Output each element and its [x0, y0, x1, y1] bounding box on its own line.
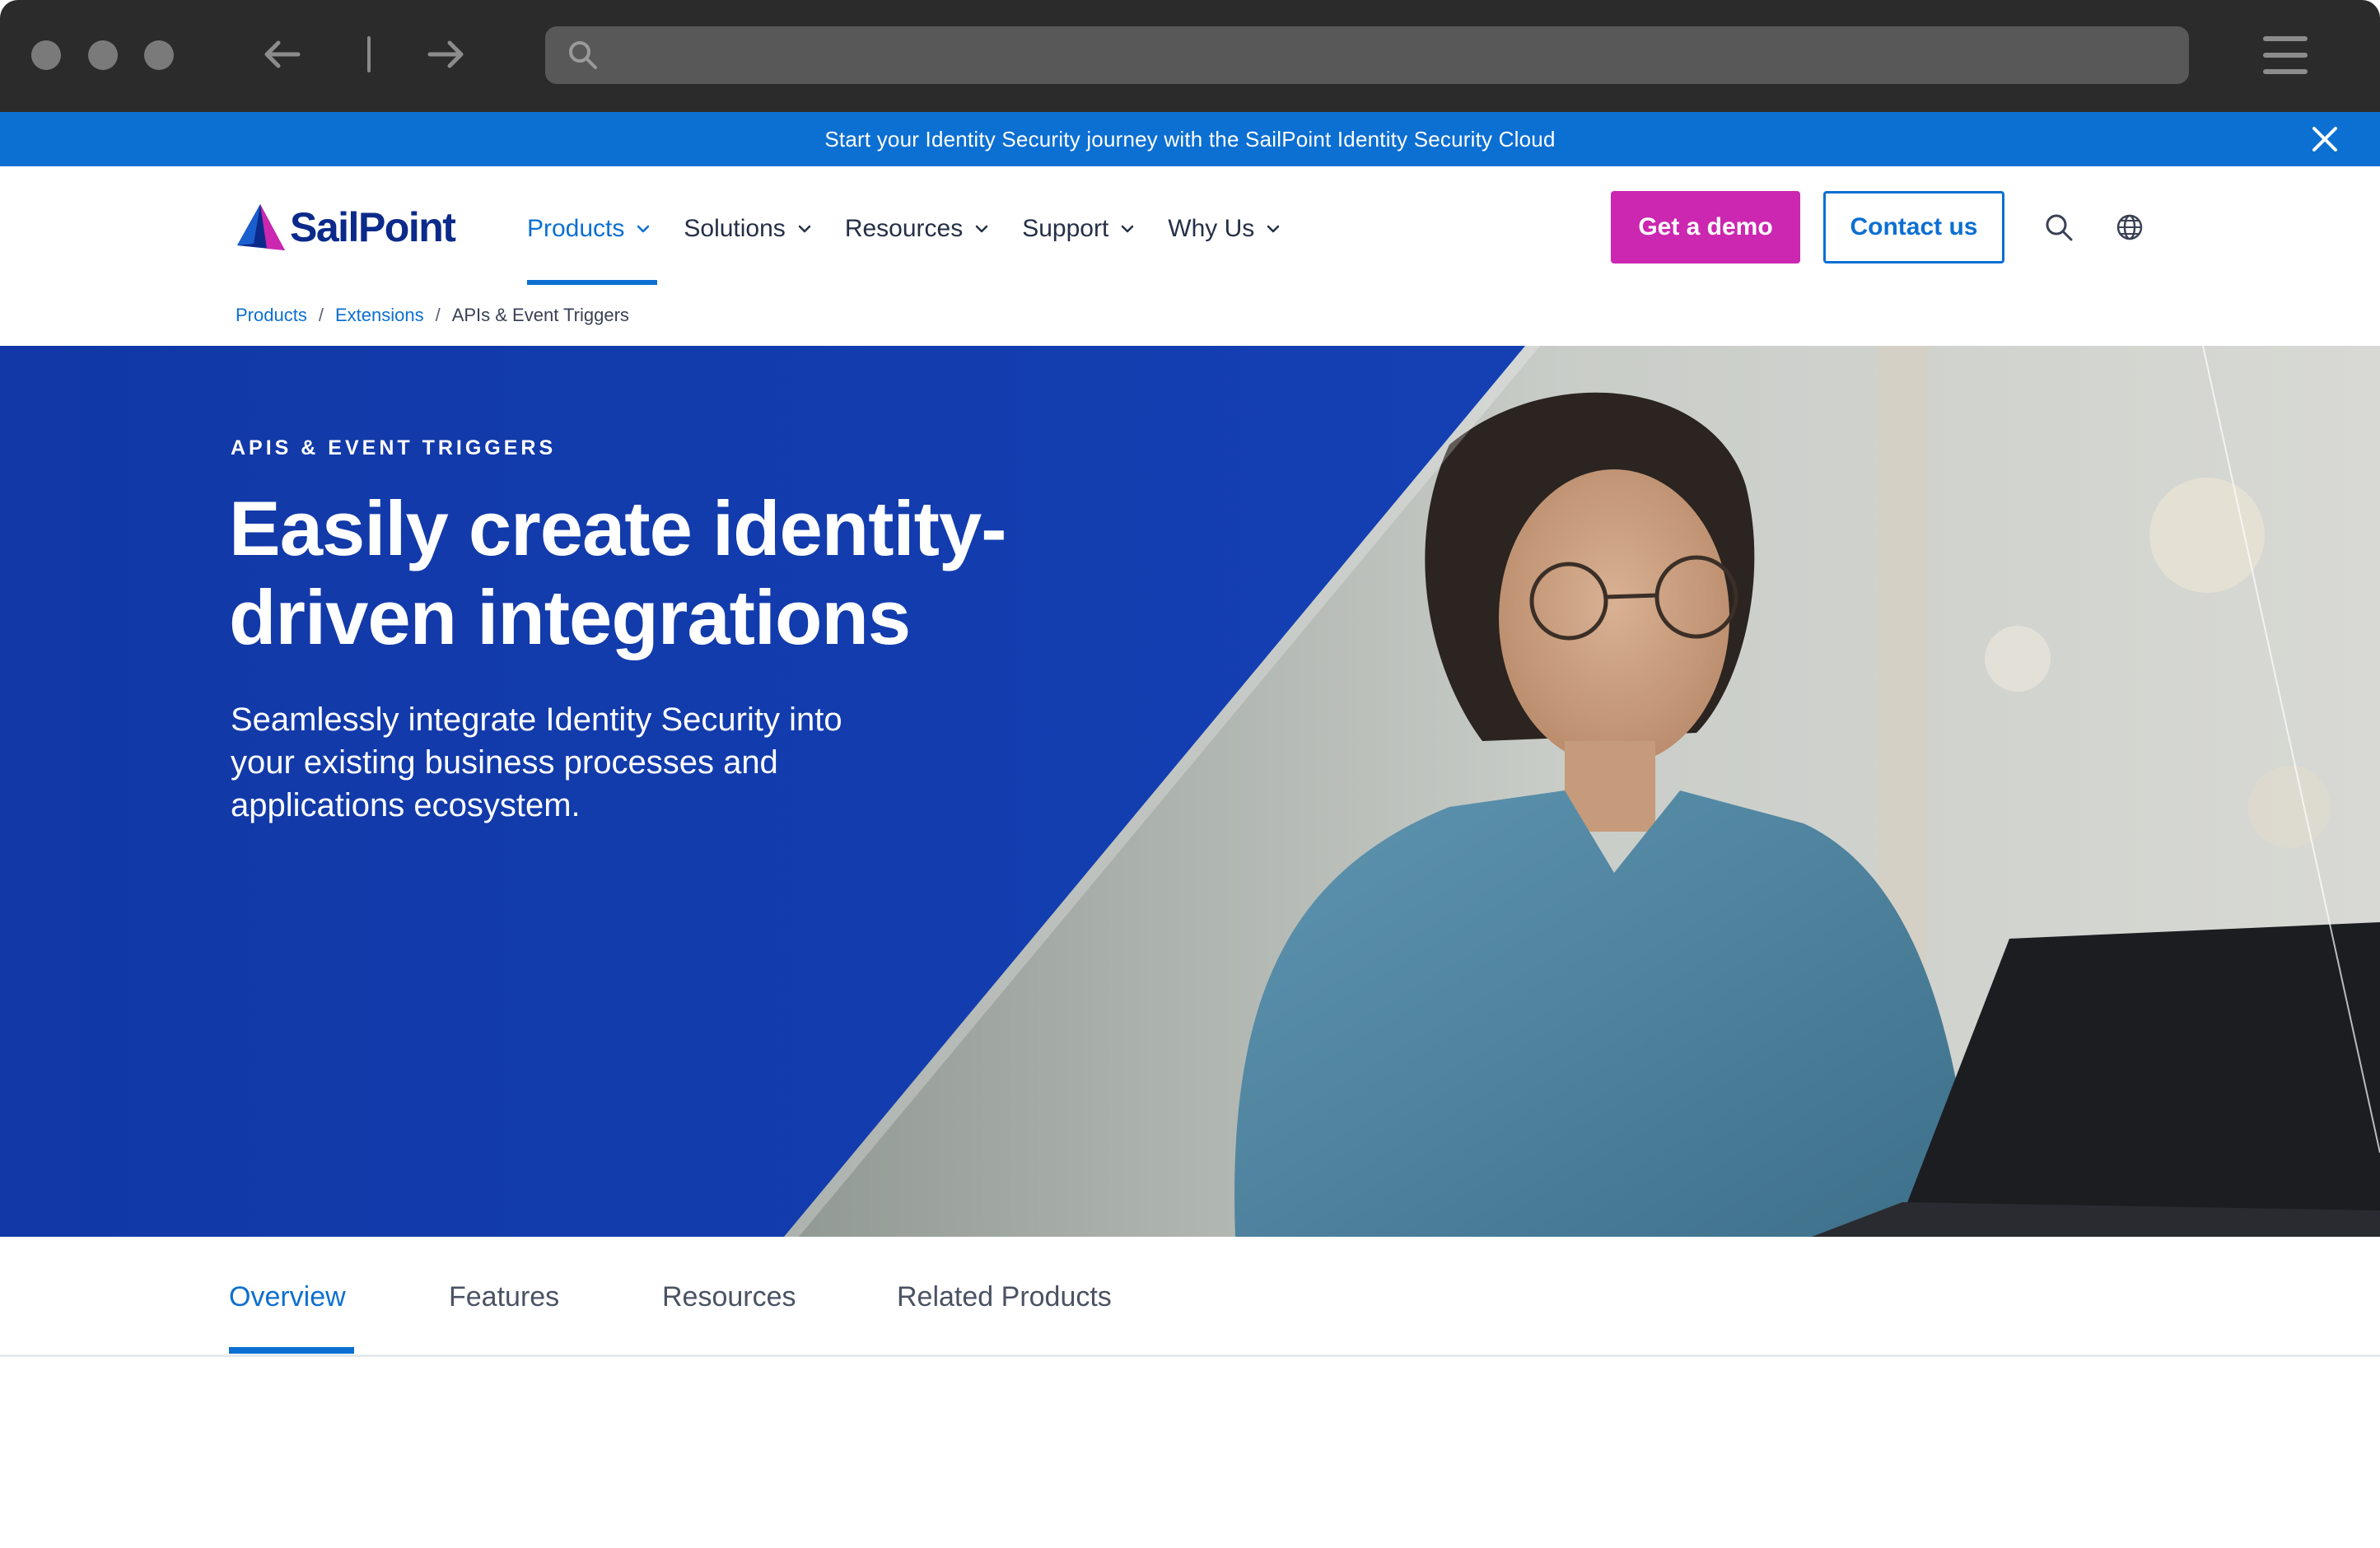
close-icon[interactable] — [2311, 125, 2339, 153]
tab-overview[interactable]: Overview — [229, 1281, 346, 1313]
announcement-text[interactable]: Start your Identity Security journey wit… — [824, 127, 1555, 152]
nav-item-products[interactable]: Products — [527, 211, 652, 247]
nav-item-support[interactable]: Support — [1022, 211, 1136, 247]
nav-item-label: Products — [527, 215, 625, 242]
breadcrumb-current: APIs & Event Triggers — [451, 305, 629, 325]
page-tabs: Overview Features Resources Related Prod… — [0, 1237, 2380, 1357]
window-close-dot[interactable] — [31, 40, 61, 70]
chevron-down-icon — [975, 225, 988, 233]
search-icon — [569, 41, 597, 69]
arrow-left-icon[interactable] — [257, 30, 306, 79]
window-minimize-dot[interactable] — [88, 40, 118, 70]
breadcrumb-link-extensions[interactable]: Extensions — [335, 305, 424, 326]
logo-mark-icon — [237, 204, 285, 250]
chevron-down-icon — [1122, 225, 1134, 233]
chevron-down-icon — [1267, 225, 1280, 233]
breadcrumb-separator: / — [435, 305, 441, 325]
hamburger-menu-icon[interactable] — [2263, 36, 2308, 74]
globe-icon[interactable] — [2113, 211, 2146, 244]
chevron-down-icon — [637, 225, 650, 233]
breadcrumb-link-products[interactable]: Products — [236, 305, 307, 326]
tab-features[interactable]: Features — [449, 1281, 559, 1313]
tab-active-indicator — [229, 1347, 354, 1354]
tab-related-products[interactable]: Related Products — [897, 1281, 1112, 1313]
nav-item-why-us[interactable]: Why Us — [1168, 211, 1282, 247]
chevron-down-icon — [798, 225, 811, 233]
logo-text: SailPoint — [290, 204, 456, 250]
nav-item-label: Support — [1022, 215, 1109, 242]
search-icon[interactable] — [2042, 211, 2075, 244]
nav-item-solutions[interactable]: Solutions — [684, 211, 813, 247]
nav-item-label: Why Us — [1168, 215, 1255, 242]
browser-chrome — [0, 0, 2380, 112]
announcement-bar: Start your Identity Security journey wit… — [0, 112, 2380, 166]
sailpoint-logo[interactable]: SailPoint — [236, 201, 466, 254]
arrow-right-icon[interactable] — [422, 30, 471, 79]
main-nav: Products Solutions Resources Support Why… — [527, 211, 1314, 247]
hero-title: Easily create identity-driven integratio… — [229, 485, 1007, 660]
breadcrumb: Products / Extensions / APIs & Event Tri… — [236, 305, 629, 326]
hero-subtitle: Seamlessly integrate Identity Security i… — [231, 702, 842, 823]
tab-resources[interactable]: Resources — [662, 1281, 796, 1313]
nav-item-label: Solutions — [684, 215, 786, 242]
window-zoom-dot[interactable] — [144, 40, 174, 70]
breadcrumb-separator: / — [318, 305, 324, 325]
hero-eyebrow: APIS & EVENT TRIGGERS — [231, 436, 557, 459]
address-bar[interactable] — [545, 26, 2189, 84]
nav-active-indicator — [527, 280, 657, 285]
contact-us-button[interactable]: Contact us — [1823, 191, 2004, 263]
nav-separator — [367, 36, 371, 72]
nav-item-resources[interactable]: Resources — [845, 211, 991, 247]
get-demo-button[interactable]: Get a demo — [1611, 191, 1800, 263]
nav-item-label: Resources — [844, 215, 964, 242]
